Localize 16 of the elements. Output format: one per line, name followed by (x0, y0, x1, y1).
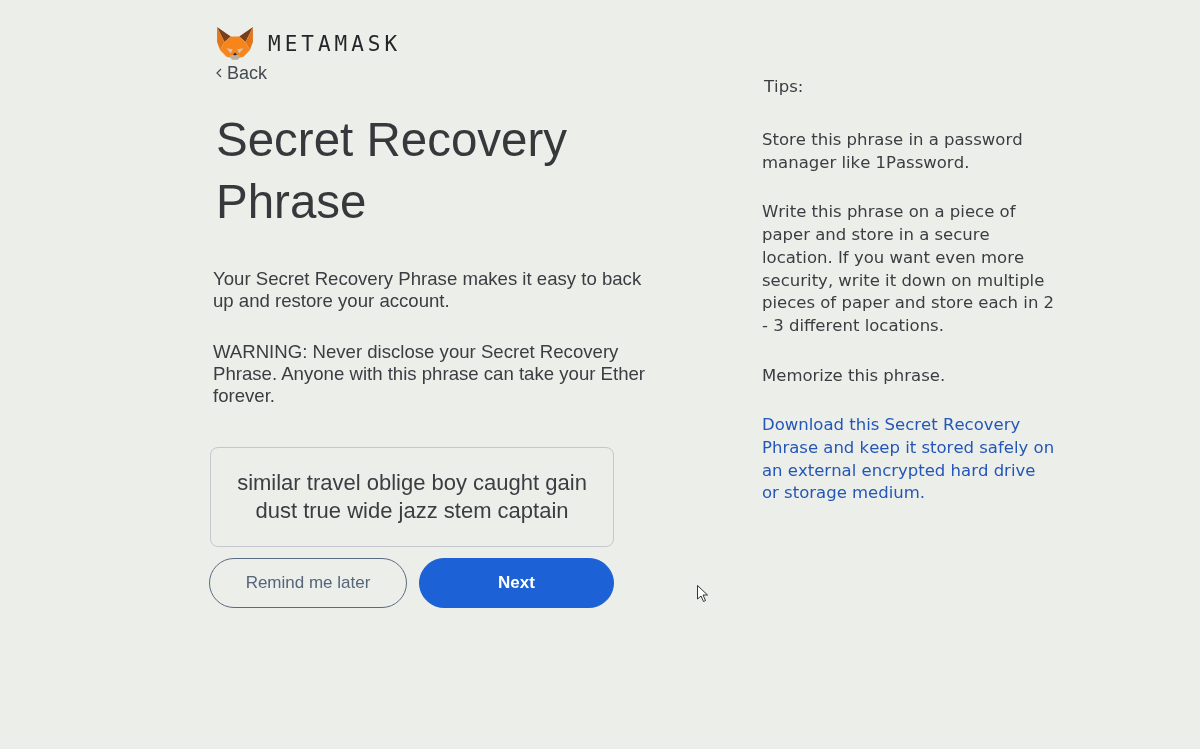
back-link[interactable]: Back (216, 63, 268, 83)
page-title: Secret Recovery Phrase (216, 112, 569, 230)
recovery-phrase-box: similar travel oblige boy caught gain dust true wide jazz stem captain (210, 447, 614, 547)
chevron-left-icon (216, 68, 222, 78)
remind-later-button[interactable]: Remind me later (209, 558, 407, 608)
download-link[interactable]: Download this Secret Recovery Phrase and keep it stored safely on an external encrypted hard drive or storage medium. (762, 414, 1056, 506)
wordmark: METAMASK (268, 32, 402, 56)
warning-text: WARNING: Never disclose your Secret Recovery Phrase. Anyone with this phrase can take your Ether forever. (213, 341, 647, 407)
description-text: Your Secret Recovery Phrase makes it easy to back up and restore your account. (213, 268, 643, 312)
mouse-cursor-icon (697, 585, 708, 602)
tip-text: Store this phrase in a password manager like 1Password. (762, 129, 1024, 174)
fox-logo-icon (216, 27, 254, 61)
tip-text: Memorize this phrase. (762, 364, 947, 387)
next-button[interactable]: Next (419, 558, 614, 608)
tips-heading: Tips: (764, 77, 804, 97)
tip-text: Write this phrase on a piece of paper and store in a secure location. If you want even more security, write it down on multiple pieces of paper and store each in 2 - 3 different locations. (762, 201, 1056, 337)
